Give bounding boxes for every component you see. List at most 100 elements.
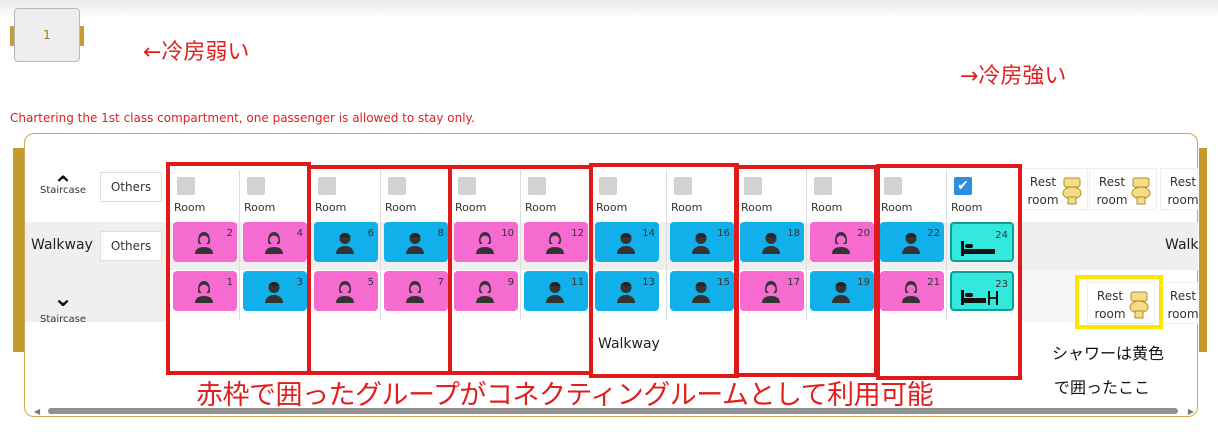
room-9[interactable]: Room (737, 170, 807, 220)
room-7[interactable]: Room (592, 170, 662, 220)
room-checkbox[interactable] (674, 177, 692, 195)
male-passenger-icon (617, 233, 635, 254)
room-checkbox[interactable] (744, 177, 762, 195)
chevron-down-icon: ⌄ (52, 284, 74, 312)
seat-number: 10 (501, 228, 514, 239)
rest-room-2[interactable]: Rest room (1089, 168, 1157, 210)
room-4[interactable]: Room (381, 170, 451, 220)
seat-14[interactable]: 14 (595, 222, 659, 262)
rest-room-1[interactable]: Rest room (1020, 168, 1088, 210)
others-button-bottom[interactable]: Others (100, 231, 162, 261)
room-checkbox[interactable] (814, 177, 832, 195)
room-3[interactable]: Room (311, 170, 381, 220)
room-12[interactable]: ✔ Room (947, 170, 1017, 220)
seat-18[interactable]: 18 (740, 222, 804, 262)
room-checkbox[interactable] (388, 177, 406, 195)
seat-11[interactable]: 11 (524, 271, 588, 311)
rest-room-label: Rest room (1167, 175, 1199, 207)
rest-room-shower[interactable]: Rest room (1087, 282, 1155, 324)
scroll-left-icon[interactable]: ◀ (34, 407, 40, 416)
seat-20[interactable]: 20 (810, 222, 874, 262)
car-number-label: 1 (43, 28, 51, 42)
column-divider (876, 170, 877, 320)
male-passenger-icon (617, 282, 635, 303)
seat-5[interactable]: 5 (314, 271, 378, 311)
seat-6[interactable]: 6 (314, 222, 378, 262)
seat-15[interactable]: 15 (670, 271, 734, 311)
seat-24[interactable]: 24 (950, 222, 1014, 262)
seat-2[interactable]: 2 (173, 222, 237, 262)
male-passenger-icon (832, 282, 850, 303)
room-6[interactable]: Room (521, 170, 591, 220)
seat-number: 8 (437, 228, 444, 239)
seat-number: 14 (642, 228, 655, 239)
room-checkbox[interactable] (318, 177, 336, 195)
female-passenger-icon (195, 232, 213, 254)
room-checkbox[interactable] (528, 177, 546, 195)
staircase-down[interactable]: ⌄ Staircase (29, 283, 97, 331)
bed-shower-icon (961, 290, 998, 305)
room-8[interactable]: Room (667, 170, 737, 220)
rest-room-4[interactable]: Rest room (1160, 282, 1199, 324)
seat-8[interactable]: 8 (384, 222, 448, 262)
room-11[interactable]: Room (877, 170, 947, 220)
room-checkbox[interactable] (458, 177, 476, 195)
staircase-up[interactable]: ⌃ Staircase (29, 170, 97, 218)
male-passenger-icon (692, 282, 710, 303)
seat-4[interactable]: 4 (243, 222, 307, 262)
room-checkbox[interactable] (599, 177, 617, 195)
rest-room-label: Rest room (1027, 175, 1059, 207)
seat-13[interactable]: 13 (595, 271, 659, 311)
room-checkbox[interactable] (884, 177, 902, 195)
male-passenger-icon (692, 233, 710, 254)
others-button-top[interactable]: Others (100, 172, 162, 202)
scroll-right-icon[interactable]: ▶ (1188, 407, 1194, 416)
bed-icon (961, 241, 995, 256)
male-passenger-icon (336, 233, 354, 254)
seat-1[interactable]: 1 (173, 271, 237, 311)
seat-10[interactable]: 10 (454, 222, 518, 262)
room-label: Room (596, 201, 628, 214)
room-checkbox[interactable] (177, 177, 195, 195)
seat-number: 17 (787, 277, 800, 288)
seat-number: 16 (717, 228, 730, 239)
room-5[interactable]: Room (451, 170, 521, 220)
car-number-button[interactable]: 1 (10, 8, 84, 62)
room-checkbox-checked-icon[interactable]: ✔ (954, 177, 972, 195)
seat-number: 7 (437, 277, 444, 288)
seat-23[interactable]: 23 (950, 271, 1014, 311)
seat-16[interactable]: 16 (670, 222, 734, 262)
horizontal-scrollbar[interactable]: ◀ ▶ (34, 406, 1194, 416)
seat-number: 20 (857, 228, 870, 239)
seat-22[interactable]: 22 (880, 222, 944, 262)
car-end-left (13, 148, 24, 352)
room-label: Room (525, 201, 557, 214)
female-passenger-icon (762, 281, 780, 303)
seat-7[interactable]: 7 (384, 271, 448, 311)
weak-ac-note: ←冷房弱い (143, 40, 250, 65)
seat-21[interactable]: 21 (880, 271, 944, 311)
seat-9[interactable]: 9 (454, 271, 518, 311)
room-checkbox[interactable] (247, 177, 265, 195)
scrollbar-thumb[interactable] (48, 408, 1178, 414)
room-1[interactable]: Room (170, 170, 240, 220)
female-passenger-icon (546, 232, 564, 254)
male-passenger-icon (546, 282, 564, 303)
seat-19[interactable]: 19 (810, 271, 874, 311)
walkway-label-right: Walk (1165, 237, 1199, 253)
seat-number: 23 (995, 279, 1008, 290)
rest-area-lane (1020, 270, 1080, 322)
room-10[interactable]: Room (807, 170, 877, 220)
room-2[interactable]: Room (240, 170, 310, 220)
strong-ac-note: →冷房強い (960, 64, 1067, 89)
room-label: Room (741, 201, 773, 214)
seat-17[interactable]: 17 (740, 271, 804, 311)
column-divider (380, 170, 381, 320)
rest-room-3[interactable]: Rest room (1160, 168, 1199, 210)
seat-number: 6 (367, 228, 374, 239)
charter-notice: Chartering the 1st class compartment, on… (10, 111, 475, 125)
female-passenger-icon (902, 281, 920, 303)
female-passenger-icon (406, 281, 424, 303)
seat-3[interactable]: 3 (243, 271, 307, 311)
seat-12[interactable]: 12 (524, 222, 588, 262)
